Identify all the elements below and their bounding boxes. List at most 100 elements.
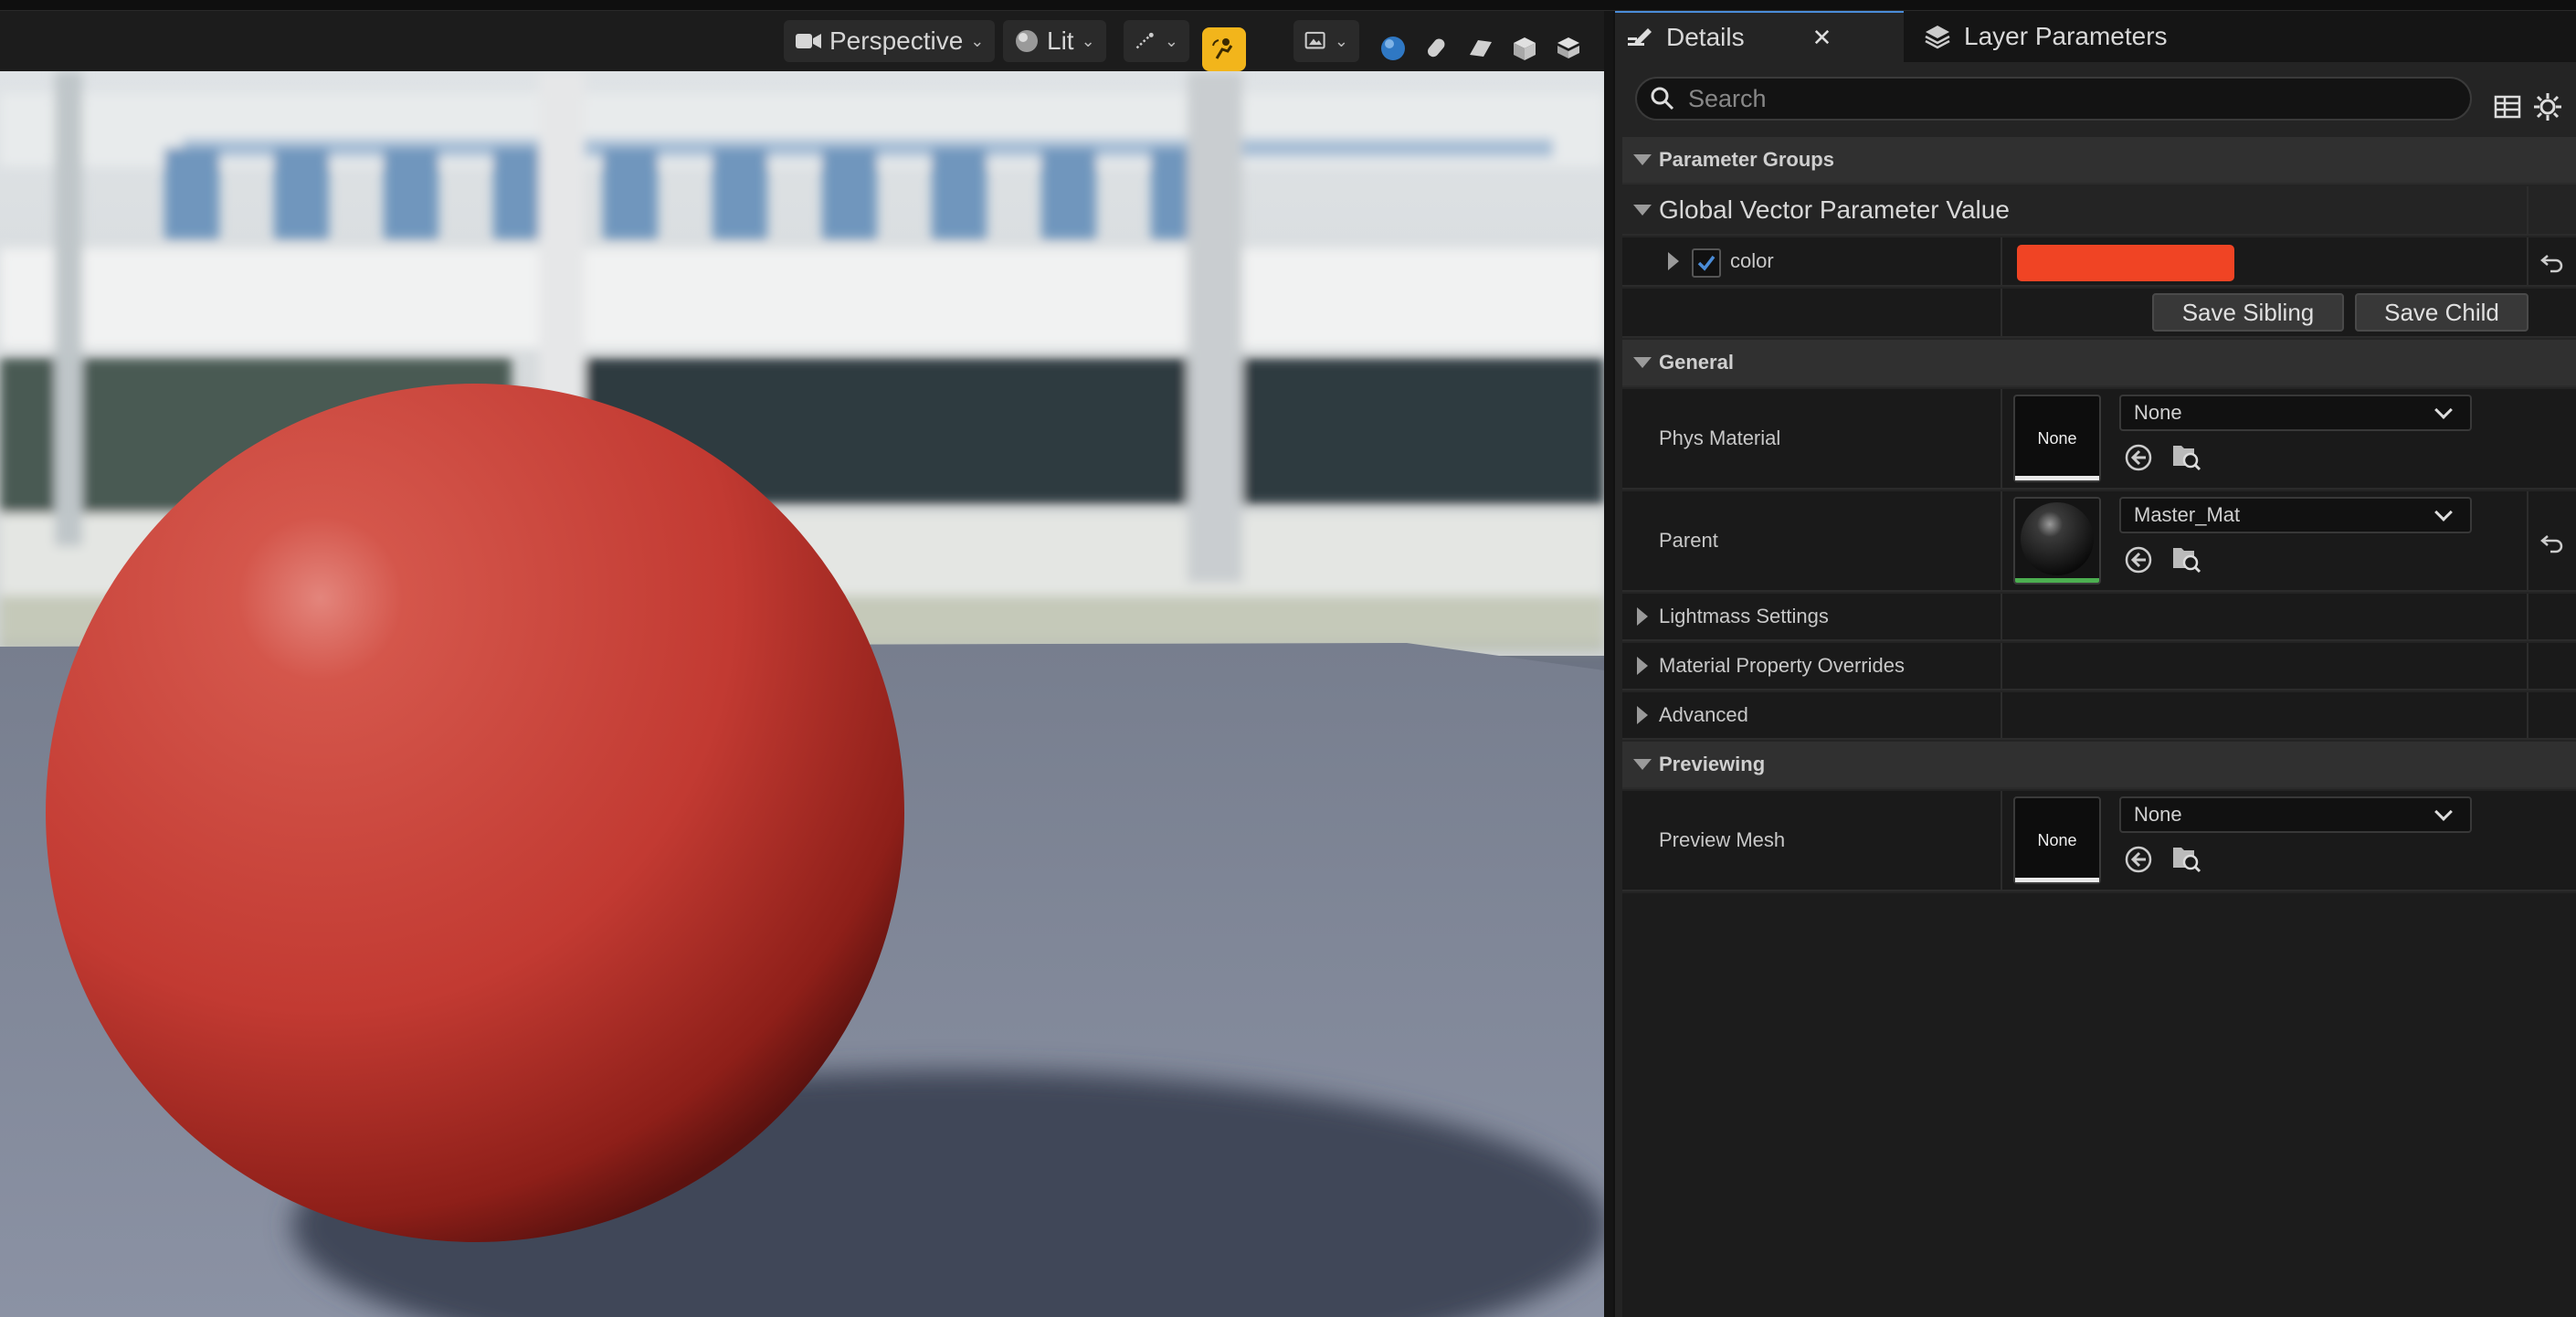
close-icon[interactable]: ✕	[1812, 24, 1832, 52]
group-material-overrides-label: Material Property Overrides	[1659, 654, 1905, 677]
phys-material-value: None	[2134, 401, 2182, 424]
preview-cube-button[interactable]	[1509, 33, 1540, 64]
use-selected-asset-icon[interactable]	[2123, 844, 2154, 875]
collapse-arrow-icon[interactable]	[1633, 205, 1652, 216]
group-global-vector-label: Global Vector Parameter Value	[1659, 195, 2010, 224]
viewport-scene	[0, 71, 1604, 1317]
prop-parent-label: Parent	[1659, 529, 1718, 552]
category-general-label: General	[1659, 351, 1734, 374]
settings-gear-icon[interactable]	[2532, 91, 2563, 122]
column-divider	[2527, 491, 2528, 590]
browse-asset-icon[interactable]	[2170, 543, 2201, 574]
param-color-row: color	[1622, 237, 2576, 287]
chevron-down-icon	[2434, 401, 2453, 419]
tab-details-label: Details	[1666, 23, 1745, 51]
tab-layer-parameters[interactable]: Layer Parameters	[1913, 11, 2179, 62]
table-view-icon[interactable]	[2492, 91, 2523, 122]
use-selected-asset-icon[interactable]	[2123, 544, 2154, 575]
group-material-overrides[interactable]: Material Property Overrides	[1622, 643, 2576, 690]
preview-mesh-combo[interactable]: None	[2119, 796, 2472, 833]
column-divider	[2001, 237, 2002, 285]
lit-sphere-icon	[1016, 30, 1038, 52]
mesh-teapot-icon	[1557, 37, 1579, 58]
search-row	[1615, 62, 2576, 135]
perspective-dropdown[interactable]: Perspective ⌄	[784, 20, 996, 62]
preview-sphere-button[interactable]	[1378, 33, 1409, 64]
lit-dropdown[interactable]: Lit ⌄	[1003, 20, 1106, 62]
realtime-toggle-button[interactable]	[1202, 27, 1246, 71]
realtime-icon	[1212, 38, 1233, 59]
color-swatch[interactable]	[2017, 245, 2234, 281]
preview-cylinder-button[interactable]	[1421, 33, 1452, 64]
perspective-label: Perspective	[829, 26, 964, 55]
preview-mesh-thumbnail[interactable]: None	[2013, 796, 2101, 884]
chevron-down-icon: ⌄	[1081, 31, 1095, 50]
column-divider	[2527, 643, 2528, 689]
prop-preview-mesh-label: Preview Mesh	[1659, 828, 1786, 851]
group-global-vector[interactable]: Global Vector Parameter Value	[1622, 186, 2576, 236]
category-previewing[interactable]: Previewing	[1622, 742, 2576, 789]
search-icon	[1651, 87, 1674, 111]
chevron-down-icon: ⌄	[1334, 31, 1348, 50]
phys-material-thumbnail[interactable]: None	[2013, 395, 2101, 482]
prop-parent: Parent Master_Mat	[1622, 491, 2576, 592]
category-previewing-label: Previewing	[1659, 753, 1766, 775]
pencil-details-icon	[1628, 28, 1652, 46]
browse-asset-icon[interactable]	[2170, 842, 2201, 873]
prop-preview-mesh: Preview Mesh None None	[1622, 791, 2576, 891]
save-child-button[interactable]: Save Child	[2355, 293, 2528, 332]
tab-details[interactable]: Details ✕	[1615, 11, 1904, 62]
expand-arrow-icon[interactable]	[1637, 657, 1648, 675]
save-sibling-button[interactable]: Save Sibling	[2152, 293, 2344, 332]
camera-icon	[796, 34, 821, 48]
expand-arrow-icon[interactable]	[1637, 607, 1648, 626]
material-ball-icon	[2015, 499, 2099, 583]
preview-mesh-button[interactable]	[1553, 33, 1584, 64]
expand-arrow-icon[interactable]	[1668, 252, 1679, 270]
preview-mesh-thumb-text: None	[2037, 830, 2077, 849]
column-divider	[2527, 186, 2528, 234]
prop-phys-material-label: Phys Material	[1659, 427, 1781, 449]
collapse-arrow-icon[interactable]	[1633, 357, 1652, 368]
red-sphere	[46, 384, 904, 1242]
search-box[interactable]	[1635, 77, 2472, 121]
browse-asset-icon[interactable]	[2170, 440, 2201, 471]
category-general[interactable]: General	[1622, 340, 2576, 387]
empty-panel-area	[1622, 893, 2576, 1317]
thumbnail-bar	[2015, 476, 2099, 480]
column-divider	[2527, 692, 2528, 738]
show-flags-dropdown[interactable]: ⌄	[1124, 20, 1189, 62]
search-input[interactable]	[1688, 84, 2455, 113]
group-lightmass-label: Lightmass Settings	[1659, 605, 1829, 627]
column-divider	[2001, 643, 2002, 689]
viewport[interactable]	[0, 11, 1604, 1317]
reset-to-default-icon[interactable]	[2539, 530, 2565, 555]
phys-material-combo[interactable]: None	[2119, 395, 2472, 431]
expand-arrow-icon[interactable]	[1637, 706, 1648, 724]
param-color-checkbox[interactable]	[1692, 248, 1721, 278]
column-divider	[2527, 237, 2528, 285]
parent-thumbnail[interactable]	[2013, 497, 2101, 585]
prop-phys-material: Phys Material None None	[1622, 389, 2576, 490]
chevron-down-icon: ⌄	[970, 31, 985, 50]
parent-value: Master_Mat	[2134, 503, 2241, 526]
viewport-toolbar: Perspective ⌄ Lit ⌄ ⌄ ⌄	[0, 11, 1604, 71]
plane-icon	[1470, 40, 1492, 57]
preview-mesh-value: None	[2134, 803, 2182, 826]
use-selected-asset-icon[interactable]	[2123, 442, 2154, 473]
viewport-options-dropdown[interactable]: ⌄	[1293, 20, 1359, 62]
category-parameter-groups-label: Parameter Groups	[1659, 148, 1834, 171]
cylinder-icon	[1428, 38, 1445, 58]
preview-plane-button[interactable]	[1465, 33, 1496, 64]
category-parameter-groups[interactable]: Parameter Groups	[1622, 137, 2576, 184]
group-lightmass-settings[interactable]: Lightmass Settings	[1622, 594, 2576, 641]
group-advanced[interactable]: Advanced	[1622, 692, 2576, 740]
chevron-down-icon: ⌄	[1164, 31, 1178, 50]
chevron-down-icon	[2434, 803, 2453, 821]
collapse-arrow-icon[interactable]	[1633, 154, 1652, 165]
top-strip	[0, 0, 2576, 11]
reset-to-default-icon[interactable]	[2539, 249, 2565, 275]
column-divider	[2001, 594, 2002, 639]
parent-combo[interactable]: Master_Mat	[2119, 497, 2472, 533]
collapse-arrow-icon[interactable]	[1633, 759, 1652, 770]
